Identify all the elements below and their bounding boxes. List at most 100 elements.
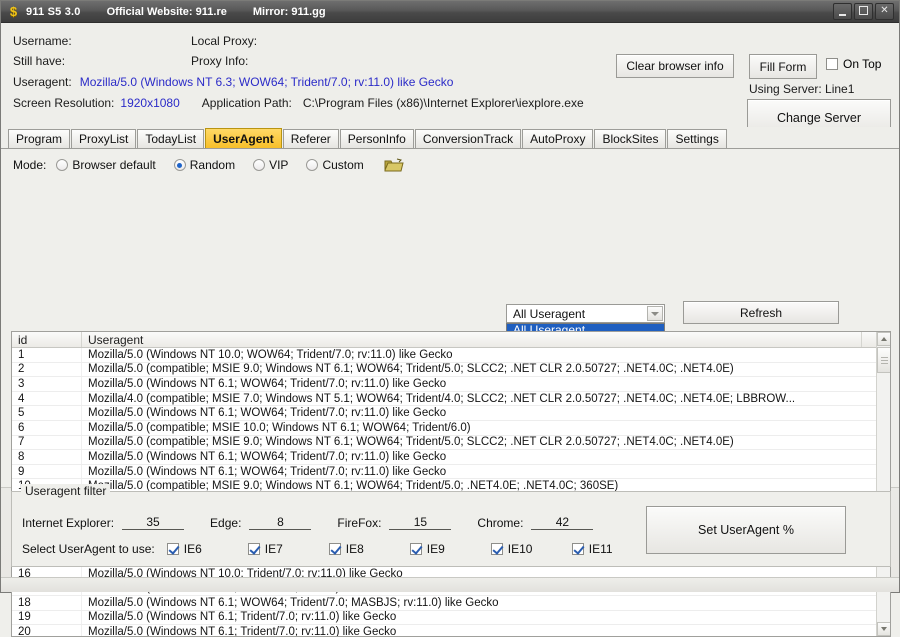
mode-row: Mode: Browser default Random VIP Custom (1, 154, 404, 176)
using-server-label: Using Server: Line1 (749, 82, 855, 96)
checkbox-ie9-label: IE9 (426, 542, 445, 556)
checkbox-ie6-box[interactable] (166, 543, 179, 555)
table-row[interactable]: 9 Mozilla/5.0 (Windows NT 6.1; WOW64; Tri… (12, 464, 890, 480)
tab-proxylist[interactable]: ProxyList (71, 129, 137, 148)
tab-settings[interactable]: Settings (667, 129, 727, 148)
percent-ie-label: Internet Explorer: (22, 516, 115, 530)
chevron-down-icon[interactable] (647, 306, 663, 321)
table-row[interactable]: 18 Mozilla/5.0 (Windows NT 6.1; WOW64; Tr… (12, 596, 890, 611)
window-controls: ✕ (833, 3, 897, 20)
open-folder-icon[interactable] (384, 157, 404, 173)
checkbox-ie9[interactable]: IE9 (409, 542, 491, 556)
useragent-filter-title: Useragent filter (21, 484, 111, 498)
mode-label: Mode: (13, 158, 47, 172)
on-top-checkbox-box[interactable] (826, 58, 838, 70)
table-row[interactable]: 4 Mozilla/4.0 (compatible; MSIE 7.0; Wind… (12, 391, 890, 407)
radio-browser-default[interactable]: Browser default (56, 158, 156, 172)
tab-referer[interactable]: Referer (282, 129, 339, 148)
maximize-icon[interactable] (854, 3, 873, 20)
useragent-label: Useragent: (13, 74, 72, 89)
scrollbar-thumb[interactable] (877, 347, 890, 373)
checkbox-ie7[interactable]: IE7 (247, 542, 329, 556)
table-row[interactable]: 7 Mozilla/5.0 (compatible; MSIE 9.0; Wind… (12, 435, 890, 451)
minimize-icon[interactable] (833, 3, 852, 20)
scroll-up-icon[interactable] (877, 332, 890, 346)
percent-chrome-label: Chrome: (477, 516, 524, 530)
cell-useragent: Mozilla/5.0 (compatible; MSIE 10.0; Wind… (88, 421, 471, 434)
title-bar: $ 911 S5 3.0 Official Website: 911.re Mi… (1, 1, 899, 23)
select-useragent-label: Select UserAgent to use: (22, 542, 155, 556)
useragent-combo-field[interactable]: All Useragent (506, 304, 665, 323)
refresh-button[interactable]: Refresh (683, 301, 839, 324)
percent-chrome-input[interactable]: 42 (531, 516, 594, 530)
cell-id: 18 (12, 596, 82, 610)
checkbox-ie10-box[interactable] (490, 543, 503, 555)
table-row[interactable]: 19 Mozilla/5.0 (Windows NT 6.1; Trident/7… (12, 610, 890, 626)
cell-id: 1 (12, 348, 82, 362)
radio-vip[interactable]: VIP (253, 158, 288, 172)
checkbox-ie8[interactable]: IE8 (328, 542, 410, 556)
cell-useragent: Mozilla/5.0 (Windows NT 6.1; WOW64; Trid… (88, 377, 447, 390)
percent-chrome: Chrome: 42 (477, 516, 594, 530)
useragent-value: Mozilla/5.0 (Windows NT 6.3; WOW64; Trid… (79, 74, 454, 89)
close-icon[interactable]: ✕ (875, 3, 894, 20)
tab-personinfo[interactable]: PersonInfo (339, 129, 414, 148)
checkbox-ie7-box[interactable] (247, 543, 260, 555)
application-path-value: C:\Program Files (x86)\Internet Explorer… (302, 96, 584, 110)
checkbox-ie11-box[interactable] (571, 543, 584, 555)
set-useragent-percent-button[interactable]: Set UserAgent % (646, 506, 846, 554)
table-row[interactable]: 2 Mozilla/5.0 (compatible; MSIE 9.0; Wind… (12, 362, 890, 378)
checkbox-ie9-box[interactable] (409, 543, 422, 555)
cell-id: 3 (12, 377, 82, 391)
cell-id: 2 (12, 362, 82, 377)
column-header-id[interactable]: id (12, 332, 82, 347)
radio-random[interactable]: Random (173, 158, 236, 172)
radio-random-dot[interactable] (173, 159, 186, 171)
cell-useragent: Mozilla/5.0 (compatible; MSIE 9.0; Windo… (88, 436, 734, 449)
tab-useragent[interactable]: UserAgent (205, 128, 282, 148)
percent-internet-explorer: Internet Explorer: 35 (22, 516, 185, 530)
radio-browser-default-label: Browser default (72, 158, 156, 172)
table-row[interactable]: 8 Mozilla/5.0 (Windows NT 6.1; WOW64; Tri… (12, 450, 890, 465)
table-row[interactable]: 6 Mozilla/5.0 (compatible; MSIE 10.0; Win… (12, 420, 890, 436)
clear-browser-info-button[interactable]: Clear browser info (616, 54, 734, 78)
app-title: 911 S5 3.0 (26, 5, 81, 18)
checkbox-ie6[interactable]: IE6 (166, 542, 248, 556)
radio-custom[interactable]: Custom (306, 158, 364, 172)
percent-firefox-label: FireFox: (337, 516, 382, 530)
cell-id: 8 (12, 450, 82, 464)
table-row[interactable]: 1 Mozilla/5.0 (Windows NT 10.0; WOW64; Tr… (12, 348, 890, 363)
application-path-label: Application Path: (201, 96, 292, 110)
percent-ie-input[interactable]: 35 (122, 516, 185, 530)
tab-autoproxy[interactable]: AutoProxy (522, 129, 594, 148)
scroll-down-icon[interactable] (877, 622, 890, 636)
table-row[interactable]: 20 Mozilla/5.0 (Windows NT 6.1; Trident/7… (12, 625, 890, 636)
column-header-useragent[interactable]: Useragent (82, 332, 862, 347)
checkbox-ie10[interactable]: IE10 (490, 542, 572, 556)
cell-id: 4 (12, 391, 82, 406)
tab-conversiontrack[interactable]: ConversionTrack (414, 129, 522, 148)
percent-firefox-input[interactable]: 15 (389, 516, 452, 530)
radio-vip-dot[interactable] (253, 159, 266, 171)
table-row[interactable]: 5 Mozilla/5.0 (Windows NT 6.1; WOW64; Tri… (12, 406, 890, 421)
cell-id: 7 (12, 435, 82, 450)
tab-program[interactable]: Program (8, 129, 71, 148)
on-top-checkbox[interactable]: On Top (826, 57, 881, 71)
application-window: $ 911 S5 3.0 Official Website: 911.re Mi… (0, 0, 900, 637)
info-panel: Username: Local Proxy: Still have: Proxy… (1, 23, 899, 137)
percent-edge-input[interactable]: 8 (249, 516, 312, 530)
cell-id: 5 (12, 406, 82, 420)
radio-custom-dot[interactable] (306, 159, 319, 171)
checkbox-ie7-label: IE7 (264, 542, 283, 556)
tab-todaylist[interactable]: TodayList (137, 129, 205, 148)
checkbox-ie8-box[interactable] (328, 543, 341, 555)
cell-id: 19 (12, 610, 82, 625)
still-have-label: Still have: (13, 54, 66, 68)
checkbox-ie11[interactable]: IE11 (571, 542, 653, 556)
fill-form-button[interactable]: Fill Form (749, 54, 817, 79)
status-bar (1, 577, 899, 592)
radio-random-label: Random (189, 158, 236, 172)
tab-blocksites[interactable]: BlockSites (594, 129, 667, 148)
table-row[interactable]: 3 Mozilla/5.0 (Windows NT 6.1; WOW64; Tri… (12, 377, 890, 392)
radio-browser-default-dot[interactable] (56, 159, 69, 171)
